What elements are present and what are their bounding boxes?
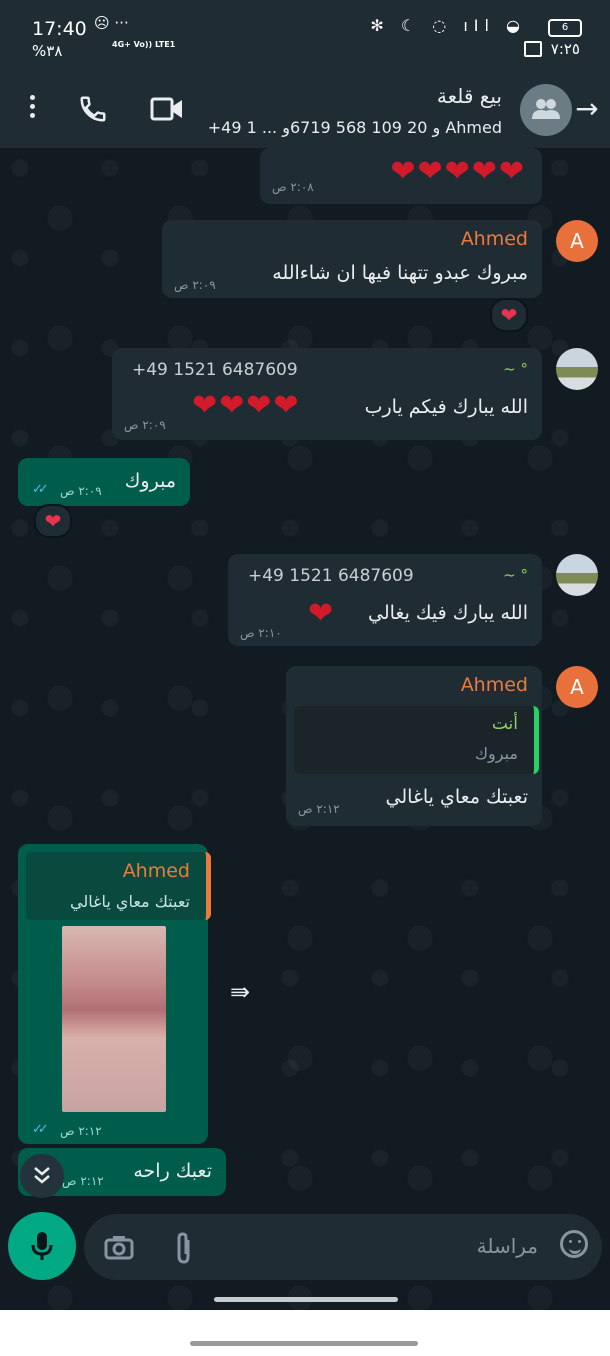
- chat-screen: 17:40 ☹ ··· %٣٨ 4G+ Vo)) LTE1 ✻ ☾ ◌ ıIl …: [0, 0, 610, 1310]
- message-text: الله يبارك فيك يغالي: [367, 602, 528, 624]
- sender-tilde: ~ °: [503, 360, 528, 378]
- battery-percent: %٣٨: [32, 42, 63, 60]
- more-options-icon[interactable]: [22, 92, 42, 126]
- voice-message-button[interactable]: [8, 1212, 76, 1280]
- sender-name: Ahmed: [460, 228, 528, 250]
- message-time: ٢:١٢ ص: [62, 1174, 104, 1188]
- message-time: ٢:١٢ ص: [60, 1124, 102, 1138]
- message-text: تعبك راحه: [133, 1160, 212, 1182]
- message-hearts: ❤❤❤❤: [192, 388, 301, 423]
- battery-icon: 6: [548, 19, 582, 37]
- sender-avatar-photo[interactable]: [556, 348, 598, 390]
- sender-phone: +49 1521 6487609: [132, 360, 298, 380]
- message-text: مبروك عبدو تتهنا فيها ان شاءالله: [272, 262, 528, 284]
- photo-thumbnail[interactable]: [62, 926, 166, 1112]
- read-receipt-icon: ✓✓: [32, 1122, 49, 1137]
- camera-icon[interactable]: [104, 1234, 134, 1260]
- quoted-text: مبروك: [474, 744, 518, 763]
- message-incoming[interactable]: ❤❤❤❤❤ ٢:٠٨ ص: [260, 148, 542, 204]
- status-right-icons: ✻ ☾ ◌ ıIl ◒: [370, 16, 526, 35]
- image-notification-icon: [524, 41, 542, 57]
- message-incoming[interactable]: +49 1521 6487609 ~ ° الله يبارك فيكم يار…: [112, 348, 542, 440]
- quoted-message[interactable]: Ahmed تعبتك معاي ياغالي: [26, 852, 211, 920]
- microphone-icon: [31, 1232, 53, 1260]
- message-incoming[interactable]: Ahmed مبروك عبدو تتهنا فيها ان شاءالله ٢…: [162, 220, 542, 298]
- message-input-bar[interactable]: مراسلة: [84, 1214, 602, 1280]
- message-incoming[interactable]: Ahmed أنت مبروك تعبتك معاي ياغالي ٢:١٢ ص: [286, 666, 542, 826]
- quoted-message[interactable]: أنت مبروك: [294, 706, 539, 774]
- back-arrow-icon[interactable]: →: [570, 92, 604, 126]
- sender-phone: +49 1521 6487609: [248, 566, 414, 586]
- double-chevron-down-icon: [34, 1167, 50, 1184]
- status-notification-icons: ☹ ···: [94, 14, 129, 32]
- status-clock-right: ٧:٢٥: [550, 40, 580, 58]
- status-bar: 17:40 ☹ ··· %٣٨ 4G+ Vo)) LTE1 ✻ ☾ ◌ ıIl …: [0, 0, 610, 70]
- group-icon: [532, 99, 560, 119]
- message-hearts: ❤❤❤❤❤: [390, 154, 526, 189]
- group-avatar[interactable]: [520, 84, 572, 136]
- message-outgoing[interactable]: مبروك ٢:٠٩ ص ✓✓: [18, 458, 190, 506]
- message-hearts: ❤: [308, 596, 336, 631]
- message-time: ٢:١٠ ص: [240, 626, 282, 640]
- message-incoming[interactable]: +49 1521 6487609 ~ ° الله يبارك فيك يغال…: [228, 554, 542, 646]
- message-input-placeholder[interactable]: مراسلة: [477, 1234, 538, 1258]
- message-time: ٢:٠٩ ص: [124, 418, 166, 432]
- message-time: ٢:١٢ ص: [298, 802, 340, 816]
- emoji-icon[interactable]: [560, 1230, 588, 1258]
- scroll-to-bottom-button[interactable]: [20, 1154, 64, 1198]
- message-outgoing-media[interactable]: Ahmed تعبتك معاي ياغالي ٢:١٢ ص ✓✓: [18, 844, 211, 1144]
- status-time: 17:40: [32, 18, 87, 40]
- chat-title[interactable]: بيع قلعة: [437, 84, 502, 108]
- message-time: ٢:٠٩ ص: [60, 484, 102, 498]
- message-reaction[interactable]: ❤: [490, 298, 528, 332]
- attach-icon[interactable]: [174, 1232, 194, 1264]
- quoted-author: أنت: [491, 714, 518, 734]
- message-text: مبروك: [124, 470, 176, 492]
- message-time: ٢:٠٨ ص: [272, 180, 314, 194]
- read-receipt-icon: ✓✓: [32, 482, 49, 497]
- quoted-text: تعبتك معاي ياغالي: [70, 892, 190, 911]
- sender-avatar-photo[interactable]: [556, 554, 598, 596]
- sender-avatar[interactable]: A: [556, 220, 598, 262]
- voice-call-icon[interactable]: [78, 94, 108, 124]
- sender-name: Ahmed: [460, 674, 528, 696]
- chat-participants[interactable]: +49 1 ... و 20 109 568 6719و Ahmed: [208, 118, 502, 137]
- network-indicator: 4G+ Vo)) LTE1: [112, 40, 176, 49]
- message-text: تعبتك معاي ياغالي: [385, 786, 528, 808]
- sender-tilde: ~ °: [503, 566, 528, 584]
- message-text: الله يبارك فيكم يارب: [364, 396, 528, 418]
- sender-avatar[interactable]: A: [556, 666, 598, 708]
- home-indicator: [214, 1297, 398, 1302]
- video-call-icon[interactable]: [150, 96, 184, 122]
- message-time: ٢:٠٩ ص: [174, 278, 216, 292]
- quoted-author: Ahmed: [122, 860, 190, 882]
- message-reaction[interactable]: ❤: [34, 504, 72, 538]
- navigation-handle: [190, 1341, 418, 1346]
- forward-icon[interactable]: ⇛: [230, 978, 250, 1006]
- chat-header: → بيع قلعة +49 1 ... و 20 109 568 6719و …: [0, 70, 610, 148]
